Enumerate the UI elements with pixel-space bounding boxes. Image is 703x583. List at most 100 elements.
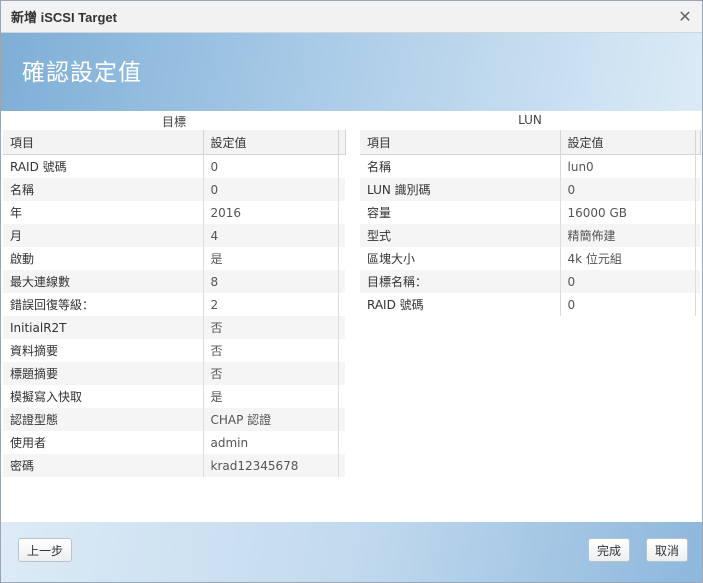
table-row[interactable]: 標題摘要否 (3, 362, 345, 385)
row-item-label: RAID 號碼 (360, 293, 561, 316)
row-spacer (695, 178, 700, 201)
row-item-value: 是 (203, 385, 339, 408)
row-item-label: 使用者 (3, 431, 204, 454)
row-spacer (338, 454, 345, 477)
row-item-value: 0 (560, 178, 696, 201)
row-spacer (338, 362, 345, 385)
table-row[interactable]: 模擬寫入快取是 (3, 385, 345, 408)
table-row[interactable]: 年 2016 (3, 201, 345, 224)
row-item-value: 否 (203, 316, 339, 339)
table-row[interactable]: 型式 精簡佈建 (360, 224, 700, 247)
row-spacer (338, 316, 345, 339)
row-spacer (695, 224, 700, 247)
row-item-value: lun0 (560, 154, 696, 178)
cancel-button[interactable]: 取消 (646, 538, 688, 562)
row-item-label: 錯誤回復等級： (3, 293, 204, 316)
row-item-value: 0 (560, 293, 696, 316)
back-button[interactable]: 上一步 (18, 538, 72, 562)
row-spacer (695, 154, 700, 178)
column-header-value[interactable]: 設定值 (203, 130, 339, 155)
table-row[interactable]: 啟動是 (3, 247, 345, 270)
table-row[interactable]: 名稱 0 (3, 178, 345, 201)
row-item-label: 月 (3, 224, 204, 247)
row-spacer (338, 247, 345, 270)
row-item-value: 是 (203, 247, 339, 270)
row-item-value: 0 (560, 270, 696, 293)
table-row[interactable]: 使用者 admin (3, 431, 345, 454)
row-spacer (338, 431, 345, 454)
row-item-label: RAID 號碼 (3, 154, 204, 178)
column-header-spacer (695, 130, 701, 155)
row-item-value: 16000 GB (560, 201, 696, 224)
table-row[interactable]: 錯誤回復等級： 2 (3, 293, 345, 316)
table-row[interactable]: 月4 (3, 224, 345, 247)
row-item-value: krad12345678 (203, 454, 339, 477)
row-item-value: CHAP 認證 (203, 408, 339, 431)
row-spacer (338, 270, 345, 293)
table-row[interactable]: 目標名稱： 0 (360, 270, 700, 293)
row-item-label: 型式 (360, 224, 561, 247)
lun-table-body: 名稱 lun0 LUN 識別碼 0 容量 16000 GB 型式 精簡佈建 區塊大小 4k 位元組… (360, 154, 700, 316)
table-row[interactable]: RAID 號碼 0 (3, 154, 345, 178)
table-row[interactable]: 容量 16000 GB (360, 201, 700, 224)
row-spacer (338, 408, 345, 431)
row-spacer (338, 339, 345, 362)
target-section-label: 目標 (161, 115, 186, 129)
row-item-value: 否 (203, 362, 339, 385)
target-table-body: RAID 號碼 0 名稱 0 年 2016 月 4 啟動是最大連線數 8 錯誤回復等級： 2 Initi… (3, 154, 345, 477)
row-item-label: 資料摘要 (3, 339, 204, 362)
row-item-label: 名稱 (360, 154, 561, 178)
row-item-label: 最大連線數 (3, 270, 204, 293)
table-row[interactable]: LUN 識別碼 0 (360, 178, 700, 201)
row-spacer (338, 178, 345, 201)
row-item-label: 名稱 (3, 178, 204, 201)
row-item-label: 容量 (360, 201, 561, 224)
row-item-label: 認證型態 (3, 408, 204, 431)
row-item-value: 8 (203, 270, 339, 293)
row-item-value: 2 (203, 293, 339, 316)
column-header-item[interactable]: 項目 (3, 130, 204, 155)
row-item-label: 年 (3, 201, 204, 224)
banner: 確認設定值 (1, 33, 702, 111)
row-item-label: 區塊大小 (360, 247, 561, 270)
column-header-spacer (338, 130, 346, 155)
table-row[interactable]: 密碼 krad12345678 (3, 454, 345, 477)
row-item-label: 標題摘要 (3, 362, 204, 385)
target-table: 項目 設定值 RAID 號碼 0 名稱 0 年 2016 月 4 啟動是最大連線數 8 錯誤回復等級… (3, 130, 346, 477)
column-header-value[interactable]: 設定值 (560, 130, 696, 155)
footer-bar: 上一步 完成 取消 (1, 522, 702, 582)
window-title: 新增 iSCSI Target (11, 10, 117, 25)
row-item-value: 2016 (203, 201, 339, 224)
lun-section-label: LUN (518, 113, 542, 127)
row-item-value: 4k 位元組 (560, 247, 696, 270)
finish-button[interactable]: 完成 (588, 538, 630, 562)
row-item-label: 啟動 (3, 247, 204, 270)
table-row[interactable]: 資料摘要否 (3, 339, 345, 362)
row-item-label: LUN 識別碼 (360, 178, 561, 201)
row-item-value: 精簡佈建 (560, 224, 696, 247)
row-spacer (338, 385, 345, 408)
page-title: 確認設定值 (22, 60, 142, 86)
table-row[interactable]: 最大連線數 8 (3, 270, 345, 293)
row-spacer (338, 224, 345, 247)
row-item-value: 否 (203, 339, 339, 362)
row-item-label: 目標名稱： (360, 270, 561, 293)
row-spacer (338, 201, 345, 224)
table-row[interactable]: 區塊大小 4k 位元組 (360, 247, 700, 270)
row-item-label: InitialR2T (3, 316, 204, 339)
close-icon[interactable]: ✕ (674, 6, 696, 28)
dialog: 新增 iSCSI Target ✕ 確認設定值 目標 LUN 項目 設定值 RA… (0, 0, 703, 583)
row-spacer (695, 247, 700, 270)
row-spacer (695, 201, 700, 224)
row-item-value: 0 (203, 154, 339, 178)
table-row[interactable]: InitialR2T 否 (3, 316, 345, 339)
row-item-value: 4 (203, 224, 339, 247)
row-item-label: 模擬寫入快取 (3, 385, 204, 408)
column-header-item[interactable]: 項目 (360, 130, 561, 155)
lun-table: 項目 設定值 名稱 lun0 LUN 識別碼 0 容量 16000 GB 型式 精簡佈建 區塊大… (360, 130, 701, 316)
table-row[interactable]: 名稱 lun0 (360, 154, 700, 178)
table-row[interactable]: 認證型態 CHAP 認證 (3, 408, 345, 431)
row-item-value: admin (203, 431, 339, 454)
row-spacer (695, 293, 700, 316)
table-row[interactable]: RAID 號碼 0 (360, 293, 700, 316)
